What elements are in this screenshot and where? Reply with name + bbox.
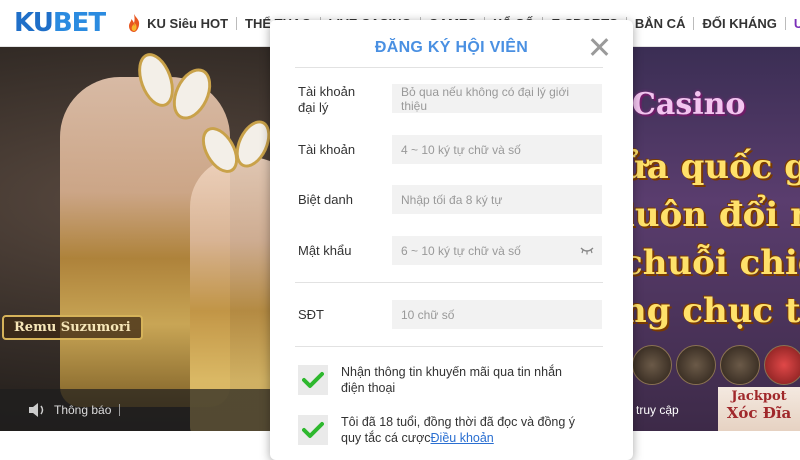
nav-item-ku-sieu-hot[interactable]: KU Siêu HOT (119, 14, 236, 32)
speaker-icon (29, 403, 44, 417)
promo-line: luôn đổi m (622, 195, 800, 235)
model-name-tag: Remu Suzumori (2, 315, 143, 340)
checkmark-icon (302, 372, 324, 388)
phone-input[interactable]: 10 chữ số (392, 300, 602, 329)
notice-label: Thông báo (54, 403, 112, 417)
account-input[interactable]: 4 ~ 10 ký tự chữ và số (392, 135, 602, 164)
password-placeholder: 6 ~ 10 ký tự chữ và số (401, 243, 521, 258)
age-terms-checkbox[interactable] (298, 415, 328, 445)
promo-sms-checkbox[interactable] (298, 365, 328, 395)
promo-line: ửa quốc g (622, 147, 800, 187)
nav-item-doi-khang[interactable]: ĐỐI KHÁNG (694, 16, 784, 31)
dealer-thumbnail[interactable] (632, 345, 672, 385)
jackpot-xoc-dia-badge[interactable]: Jackpot Xóc Đĩa (718, 387, 800, 431)
modal-title: ĐĂNG KÝ HỘI VIÊN (374, 39, 529, 56)
promo-line: ng chục tr (622, 291, 800, 331)
password-label: Mật khẩu (298, 243, 352, 258)
divider (295, 346, 603, 347)
notice-bar[interactable]: Thông báo (0, 389, 270, 431)
casino-heading: Casino (632, 87, 746, 122)
register-modal: ĐĂNG KÝ HỘI VIÊN Tài khoản đại lý Bỏ qua… (270, 20, 633, 460)
divider (295, 67, 603, 68)
account-label: Tài khoản (298, 142, 356, 157)
age-terms-text: Tôi đã 18 tuổi, đồng thời đã đọc và đồng… (341, 415, 576, 445)
nav-item-uu-dai[interactable]: ƯU ĐÃI (786, 16, 800, 31)
terms-link[interactable]: Điều khoản (431, 431, 494, 445)
dealer-thumbnail[interactable] (720, 345, 760, 385)
nickname-input[interactable]: Nhập tối đa 8 ký tự (392, 185, 602, 214)
eye-closed-icon[interactable] (580, 245, 594, 255)
live-thumbnails (632, 345, 800, 385)
live-access-label: truy cập (636, 403, 679, 417)
flame-icon (129, 14, 140, 32)
nickname-label: Biệt danh (298, 192, 353, 207)
kubet-logo[interactable]: KUBET (14, 8, 106, 38)
divider (295, 282, 603, 283)
nav-item-ban-ca[interactable]: BẮN CÁ (627, 16, 694, 31)
promo-sms-text: Nhận thông tin khuyến mãi qua tin nhắn đ… (341, 365, 562, 395)
notice-divider (119, 404, 121, 416)
agent-account-input[interactable]: Bỏ qua nếu không có đại lý giới thiệu (392, 84, 602, 113)
gift-thumbnail[interactable] (764, 345, 800, 385)
agent-account-label: Tài khoản đại lý (298, 84, 356, 115)
dealer-thumbnail[interactable] (676, 345, 716, 385)
promo-line: chuỗi chiế (622, 243, 800, 283)
password-input[interactable]: 6 ~ 10 ký tự chữ và số (392, 236, 602, 265)
checkmark-icon (302, 422, 324, 438)
close-icon[interactable] (588, 36, 610, 58)
phone-label: SĐT (298, 307, 324, 322)
